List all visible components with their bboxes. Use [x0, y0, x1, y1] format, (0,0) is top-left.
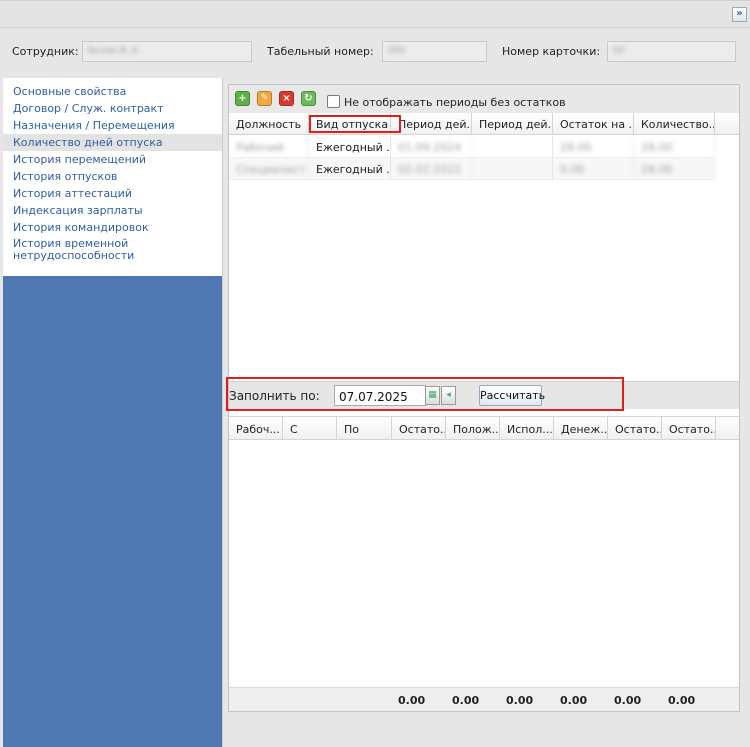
edit-icon[interactable]: ✎: [257, 91, 272, 106]
vacation-days-panel: + ✎ × ↻ Не отображать периоды без остатк…: [226, 84, 740, 712]
column-monetary[interactable]: Денеж...: [554, 417, 608, 439]
tab-number-field[interactable]: 000: [382, 41, 487, 62]
card-number-field[interactable]: 00: [607, 41, 736, 62]
collapse-panel-icon[interactable]: »: [732, 7, 747, 22]
grid-toolbar: + ✎ × ↻ Не отображать периоды без остатк…: [229, 85, 739, 113]
employee-field[interactable]: Белов И. А.: [82, 41, 252, 62]
sidebar-item-main-properties[interactable]: Основные свойства: [3, 83, 222, 100]
sidebar-item-assignments[interactable]: Назначения / Перемещения: [3, 117, 222, 134]
column-from[interactable]: С: [283, 417, 337, 439]
sidebar-item-sick-leave-history[interactable]: История временной нетрудоспособности: [3, 236, 153, 262]
sidebar-item-vacation-days[interactable]: Количество дней отпуска: [3, 134, 222, 151]
cell-balance: 28.00: [553, 136, 634, 158]
tab-number-label: Табельный номер:: [267, 45, 374, 58]
total-balance-3: 0.00: [668, 694, 696, 707]
cell-position: Рабочий: [229, 136, 309, 158]
employee-value: Белов И. А.: [88, 46, 141, 56]
column-balance-2[interactable]: Остато...: [608, 417, 662, 439]
cell-period-start: 02.02.2022: [391, 158, 472, 180]
total-entitled: 0.00: [452, 694, 480, 707]
vacation-grid-header: Должность Вид отпуска Период дей... Пери…: [229, 113, 739, 135]
column-balance-3[interactable]: Остато...: [662, 417, 716, 439]
sidebar-item-contract[interactable]: Договор / Служ. контракт: [3, 100, 222, 117]
sidebar: Основные свойства Договор / Служ. контра…: [3, 78, 223, 747]
cell-position: Специалист: [229, 158, 309, 180]
sidebar-item-salary-indexation[interactable]: Индексация зарплаты: [3, 202, 222, 219]
cell-vacation-type: Ежегодный ...: [309, 136, 391, 158]
employee-label: Сотрудник:: [12, 45, 79, 58]
sidebar-item-transfer-history[interactable]: История перемещений: [3, 151, 222, 168]
column-entitled[interactable]: Полож...: [446, 417, 500, 439]
total-balance-start: 0.00: [398, 694, 426, 707]
highlight-vacation-type: [309, 115, 401, 133]
column-period-end[interactable]: Период дей...: [472, 113, 553, 135]
card-number-value: 00: [613, 46, 625, 56]
details-grid-header: Рабоч... С По Остато... Полож... Испол..…: [229, 416, 739, 440]
cell-balance: 0.00: [553, 158, 634, 180]
total-used: 0.00: [506, 694, 534, 707]
cell-period-end: [472, 158, 553, 180]
hide-empty-periods-label: Не отображать периоды без остатков: [344, 96, 566, 109]
total-balance-2: 0.00: [614, 694, 642, 707]
column-used[interactable]: Испол...: [500, 417, 554, 439]
cell-quantity: 28.00: [634, 158, 715, 180]
cell-vacation-type: Ежегодный ...: [309, 158, 391, 180]
sidebar-item-vacation-history[interactable]: История отпусков: [3, 168, 222, 185]
delete-icon[interactable]: ×: [279, 91, 294, 106]
employee-header: Сотрудник: Белов И. А. Табельный номер: …: [0, 28, 750, 76]
column-balance[interactable]: Остаток на ...: [553, 113, 634, 135]
column-to[interactable]: По: [337, 417, 392, 439]
totals-row: 0.00 0.00 0.00 0.00 0.00 0.00: [229, 687, 739, 711]
column-position[interactable]: Должность: [229, 113, 309, 135]
hide-empty-periods-checkbox[interactable]: [327, 95, 340, 108]
sidebar-nav: Основные свойства Договор / Служ. контра…: [3, 78, 222, 276]
cell-period-end: [472, 136, 553, 158]
cell-quantity: 28.00: [634, 136, 715, 158]
top-strip: »: [0, 0, 750, 28]
column-balance-start[interactable]: Остато...: [392, 417, 446, 439]
refresh-icon[interactable]: ↻: [301, 91, 316, 106]
card-number-label: Номер карточки:: [502, 45, 601, 58]
column-period-start[interactable]: Период дей...: [391, 113, 472, 135]
cell-period-start: 01.09.2024: [391, 136, 472, 158]
column-work-year[interactable]: Рабоч...: [229, 417, 283, 439]
column-quantity[interactable]: Количество...: [634, 113, 715, 135]
highlight-fill-bar: [226, 377, 624, 411]
table-row[interactable]: Рабочий Ежегодный ... 01.09.2024 28.00 2…: [229, 136, 715, 158]
add-icon[interactable]: +: [235, 91, 250, 106]
sidebar-item-business-trips[interactable]: История командировок: [3, 219, 222, 236]
total-monetary: 0.00: [560, 694, 588, 707]
sidebar-item-attestation-history[interactable]: История аттестаций: [3, 185, 222, 202]
tab-number-value: 000: [388, 46, 406, 56]
table-row[interactable]: Специалист Ежегодный ... 02.02.2022 0.00…: [229, 158, 715, 180]
